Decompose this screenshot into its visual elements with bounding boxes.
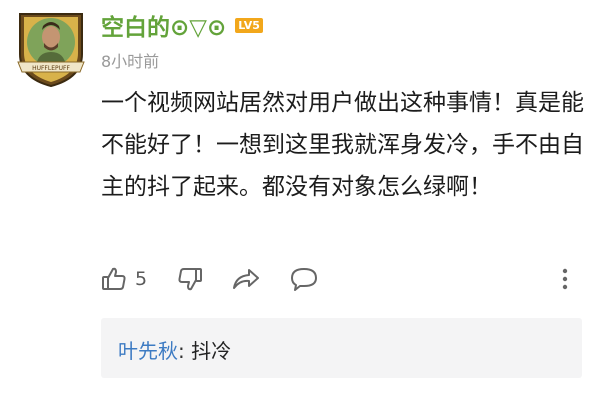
thumbs-up-icon [101,266,127,292]
username-row: 空白的⊙▽⊙ LV5 [101,9,263,41]
reply-button[interactable] [290,262,318,296]
comment-text: 一个视频网站居然对用户做出这种事情！真是能不能好了！一想到这里我就浑身发冷，手不… [101,90,584,200]
thumbs-down-icon [177,266,203,292]
reply-text: 抖冷 [191,339,232,363]
reply-author[interactable]: 叶先秋 [118,339,178,363]
reply-item: 叶先秋: 抖冷 [118,335,231,364]
username[interactable]: 空白的⊙▽⊙ [101,8,226,42]
more-options-button[interactable] [557,262,573,296]
share-button[interactable] [232,262,260,296]
comment-icon [290,266,318,292]
reply-separator: : [178,339,192,363]
avatar-banner-text: HUFFLEPUFF [32,65,70,72]
share-icon [232,266,260,292]
avatar[interactable]: HUFFLEPUFF [14,6,88,88]
timestamp: 8小时前 [101,52,160,71]
like-count: 5 [135,268,148,290]
dislike-button[interactable] [177,262,203,296]
reply-preview[interactable]: 叶先秋: 抖冷 [101,318,582,378]
action-bar: 5 [101,262,577,296]
comment-card: HUFFLEPUFF 空白的⊙▽⊙ LV5 8小时前 一个视频网站居然对用户做出… [0,0,600,400]
like-button[interactable]: 5 [101,262,147,296]
level-badge: LV5 [235,17,263,33]
more-vertical-icon [557,266,573,292]
